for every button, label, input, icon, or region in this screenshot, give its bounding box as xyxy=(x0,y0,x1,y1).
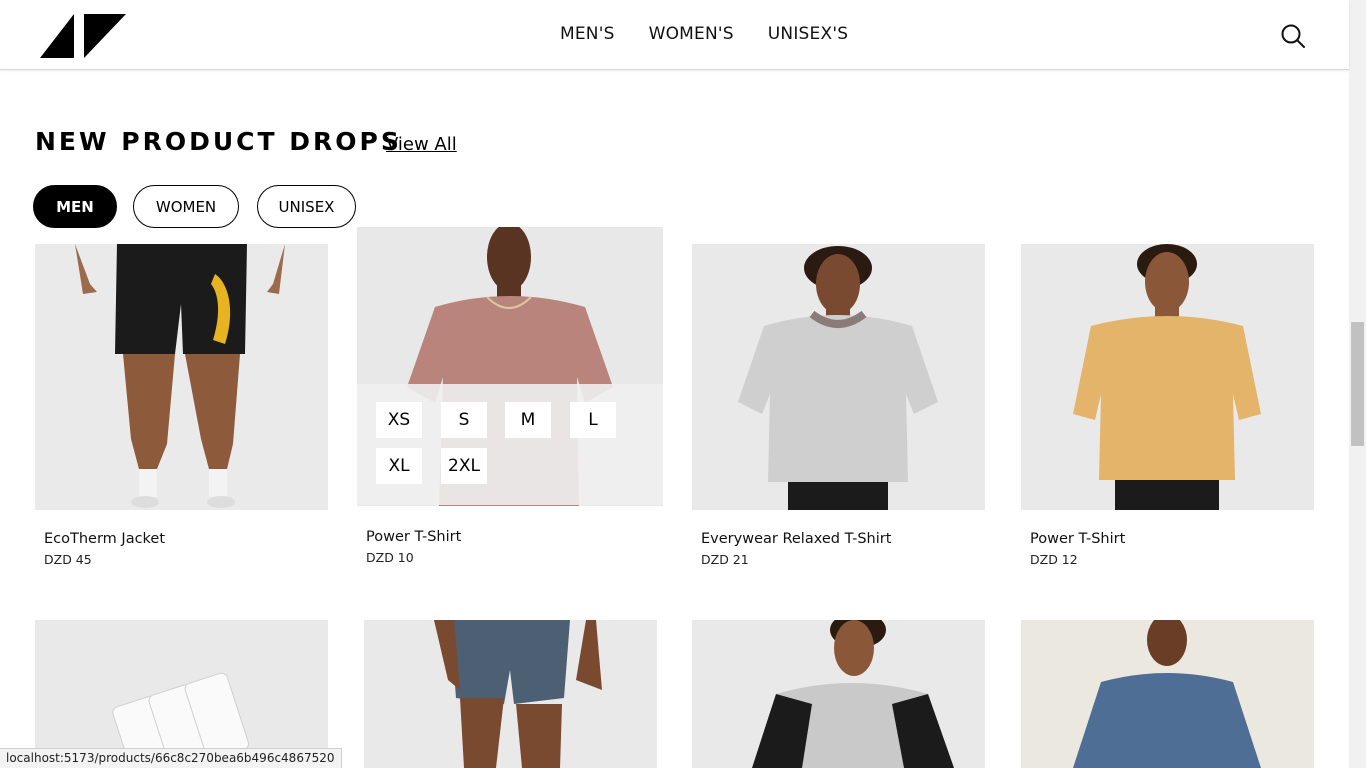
nav-unisex[interactable]: UNISEX'S xyxy=(768,24,848,44)
product-price: DZD 21 xyxy=(701,552,749,567)
product-image[interactable] xyxy=(364,620,657,768)
product-image[interactable] xyxy=(692,620,985,768)
product-price: DZD 10 xyxy=(366,550,414,565)
product-card[interactable] xyxy=(692,244,985,510)
product-card[interactable] xyxy=(35,620,328,768)
nav-womens[interactable]: WOMEN'S xyxy=(649,24,734,44)
product-card-hovered[interactable]: XS S M L XL 2XL xyxy=(357,227,663,506)
size-option[interactable]: XS xyxy=(376,402,422,438)
product-card[interactable] xyxy=(364,620,657,768)
size-option[interactable]: 2XL xyxy=(441,448,487,484)
product-image[interactable] xyxy=(35,244,328,510)
product-card[interactable] xyxy=(1021,620,1314,768)
site-header: MEN'S WOMEN'S UNISEX'S xyxy=(0,0,1349,70)
view-all-link[interactable]: View All xyxy=(386,134,457,155)
size-option[interactable]: M xyxy=(505,402,551,438)
size-option[interactable]: XL xyxy=(376,448,422,484)
product-name[interactable]: Power T-Shirt xyxy=(1030,531,1125,547)
filter-women-button[interactable]: WOMEN xyxy=(133,185,239,228)
nav-mens[interactable]: MEN'S xyxy=(560,24,615,44)
filter-unisex-button[interactable]: UNISEX xyxy=(257,185,356,228)
product-image[interactable] xyxy=(692,244,985,510)
product-name[interactable]: Everywear Relaxed T-Shirt xyxy=(701,531,891,547)
product-image[interactable] xyxy=(1021,620,1314,768)
product-price: DZD 45 xyxy=(44,552,92,567)
product-name[interactable]: Power T-Shirt xyxy=(366,529,461,545)
product-card[interactable] xyxy=(692,620,985,768)
product-name[interactable]: EcoTherm Jacket xyxy=(44,531,165,547)
section-title: NEW PRODUCT DROPS xyxy=(35,127,402,156)
product-price: DZD 12 xyxy=(1030,552,1078,567)
scrollbar-thumb[interactable] xyxy=(1351,322,1364,446)
main-nav: MEN'S WOMEN'S UNISEX'S xyxy=(560,24,848,44)
search-icon[interactable] xyxy=(1280,23,1306,49)
product-card[interactable] xyxy=(1021,244,1314,510)
product-image[interactable] xyxy=(1021,244,1314,510)
product-image[interactable] xyxy=(35,620,328,768)
size-selector: XS S M L XL 2XL xyxy=(357,384,663,505)
brand-logo[interactable] xyxy=(40,14,126,58)
product-card[interactable] xyxy=(35,244,328,510)
filter-men-button[interactable]: MEN xyxy=(33,185,117,228)
page-scrollbar[interactable] xyxy=(1349,0,1366,768)
status-bar-url: localhost:5173/products/66c8c270bea6b496… xyxy=(0,748,342,768)
size-option[interactable]: L xyxy=(570,402,616,438)
size-option[interactable]: S xyxy=(441,402,487,438)
